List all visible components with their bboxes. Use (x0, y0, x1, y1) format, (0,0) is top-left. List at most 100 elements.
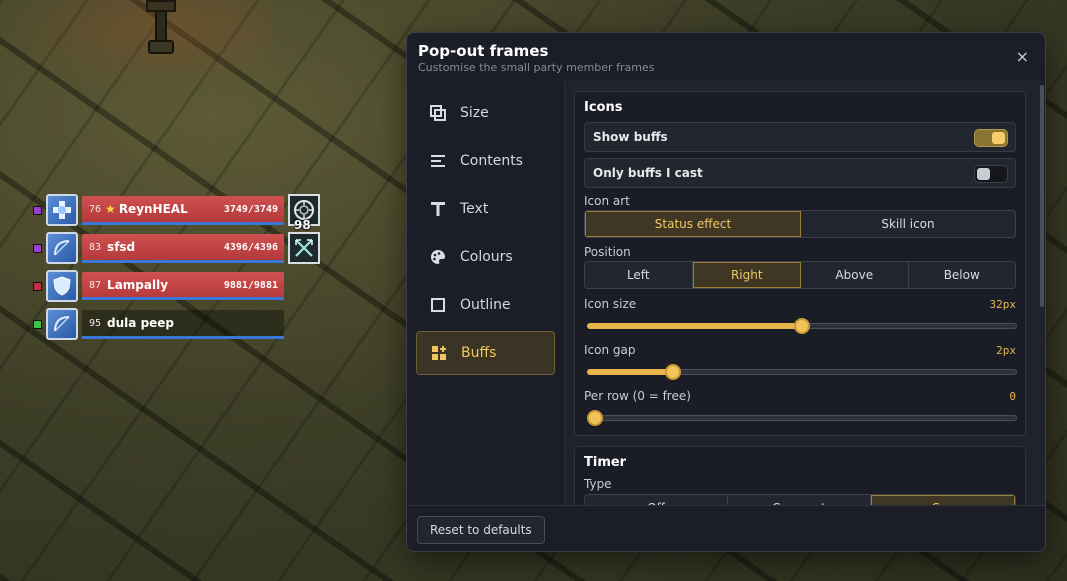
sidebar-item-label: Size (460, 105, 489, 121)
mp-bar (82, 260, 284, 263)
party-member-3[interactable]: 87 Lampally 9881/9881 (30, 268, 330, 304)
icon-art-segmented: Status effect Skill icon (584, 210, 1016, 238)
position-above[interactable]: Above (801, 262, 909, 288)
settings-content: Icons Show buffs Only buffs I cast Icon … (564, 81, 1045, 505)
dialog-subtitle: Customise the small party member frames (418, 61, 655, 74)
icon-art-label: Icon art (584, 194, 630, 208)
icon-size-label: Icon size (584, 297, 637, 311)
bow-class-icon (46, 232, 78, 264)
hp-bar: 83 sfsd 4396/4396 (82, 234, 284, 260)
member-name: dula peep (107, 316, 175, 330)
sidebar-item-label: Colours (460, 249, 513, 265)
member-hp: 9881/9881 (223, 279, 278, 291)
timer-sec[interactable]: Sec (871, 495, 1015, 505)
dialog-title: Pop-out frames (418, 42, 549, 60)
role-square (33, 206, 42, 215)
timer-off[interactable]: Off (585, 495, 728, 505)
sidebar-item-size[interactable]: Size (416, 91, 555, 135)
sidebar-item-buffs[interactable]: Buffs (416, 331, 555, 375)
member-name: Lampally (107, 278, 169, 292)
show-buffs-label: Show buffs (593, 130, 668, 144)
dialog-footer: Reset to defaults (407, 505, 1045, 551)
close-icon[interactable]: × (1016, 47, 1029, 66)
member-level: 87 (89, 279, 102, 291)
party-member-2[interactable]: 83 sfsd 4396/4396 (30, 230, 330, 266)
bow-class-icon (46, 308, 78, 340)
sidebar-item-outline[interactable]: Outline (416, 283, 555, 327)
party-member-4[interactable]: 95 dula peep (30, 306, 330, 342)
sidebar-item-label: Outline (460, 297, 511, 313)
show-buffs-row[interactable]: Show buffs (584, 122, 1016, 152)
member-hp: 3749/3749 (223, 203, 278, 215)
sidebar-item-label: Text (460, 201, 489, 217)
settings-sidebar: Size Contents Text Colours Outline Buffs (408, 81, 564, 505)
mp-bar (82, 336, 284, 339)
slider-thumb[interactable] (665, 364, 681, 380)
size-icon (428, 103, 448, 123)
contents-icon (428, 151, 448, 171)
timer-section: Timer Type Off Compact Sec (574, 446, 1026, 505)
icons-section: Icons Show buffs Only buffs I cast Icon … (574, 91, 1026, 436)
position-label: Position (584, 245, 631, 259)
dialog-header: Pop-out frames Customise the small party… (407, 33, 1045, 81)
palette-icon (428, 247, 448, 267)
shield-class-icon (46, 270, 78, 302)
icon-gap-label: Icon gap (584, 343, 636, 357)
section-title: Icons (584, 100, 623, 115)
timer-type-segmented: Off Compact Sec (584, 494, 1016, 505)
reset-defaults-button[interactable]: Reset to defaults (417, 516, 545, 544)
per-row-slider[interactable] (587, 410, 1017, 426)
sidebar-item-text[interactable]: Text (416, 187, 555, 231)
member-level: 76 (89, 203, 102, 215)
timer-compact[interactable]: Compact (728, 495, 871, 505)
hp-bar: 87 Lampally 9881/9881 (82, 272, 284, 298)
show-buffs-toggle[interactable] (974, 129, 1008, 147)
hp-bar: 76 ★ ReynHEAL 3749/3749 (82, 196, 284, 222)
icon-size-value: 32px (989, 298, 1017, 311)
slider-thumb[interactable] (794, 318, 810, 334)
mp-bar (82, 222, 284, 225)
outline-icon (428, 295, 448, 315)
background-glow (0, 0, 270, 90)
icon-size-slider[interactable] (587, 318, 1017, 334)
icon-art-skill-icon[interactable]: Skill icon (801, 211, 1015, 237)
only-mine-label: Only buffs I cast (593, 166, 703, 180)
hp-bar: 95 dula peep (82, 310, 284, 336)
per-row-value: 0 (1009, 390, 1016, 403)
sidebar-item-label: Buffs (461, 345, 497, 361)
per-row-label: Per row (0 = free) (584, 389, 691, 403)
icon-gap-slider[interactable] (587, 364, 1017, 380)
leader-star-icon: ★ (105, 202, 116, 216)
text-icon (428, 199, 448, 219)
member-hp: 4396/4396 (223, 241, 278, 253)
member-name: sfsd (107, 240, 136, 254)
sidebar-item-colours[interactable]: Colours (416, 235, 555, 279)
icon-art-status-effect[interactable]: Status effect (585, 211, 801, 237)
member-level: 95 (89, 317, 102, 329)
class-portrait-icon (46, 194, 78, 226)
member-name: ReynHEAL (118, 202, 188, 216)
only-mine-row[interactable]: Only buffs I cast (584, 158, 1016, 188)
sidebar-item-label: Contents (460, 153, 523, 169)
section-title: Timer (584, 455, 627, 470)
slider-thumb[interactable] (587, 410, 603, 426)
role-square (33, 282, 42, 291)
sidebar-item-contents[interactable]: Contents (416, 139, 555, 183)
position-segmented: Left Right Above Below (584, 261, 1016, 289)
role-square (33, 244, 42, 253)
position-right[interactable]: Right (692, 262, 801, 288)
mp-bar (82, 297, 284, 300)
only-mine-toggle[interactable] (974, 165, 1008, 183)
buffs-grid-icon (429, 343, 449, 363)
party-member-1[interactable]: 76 ★ ReynHEAL 3749/3749 98 (30, 192, 330, 232)
position-below[interactable]: Below (908, 262, 1015, 288)
role-square (33, 320, 42, 329)
lamp-post (140, 0, 182, 55)
crossed-arrows-icon[interactable] (288, 232, 320, 264)
content-scrollbar[interactable] (1040, 85, 1044, 307)
position-left[interactable]: Left (585, 262, 693, 288)
icon-gap-value: 2px (996, 344, 1016, 357)
member-level: 83 (89, 241, 102, 253)
popout-frames-dialog: Pop-out frames Customise the small party… (406, 32, 1046, 552)
timer-type-label: Type (584, 477, 612, 491)
